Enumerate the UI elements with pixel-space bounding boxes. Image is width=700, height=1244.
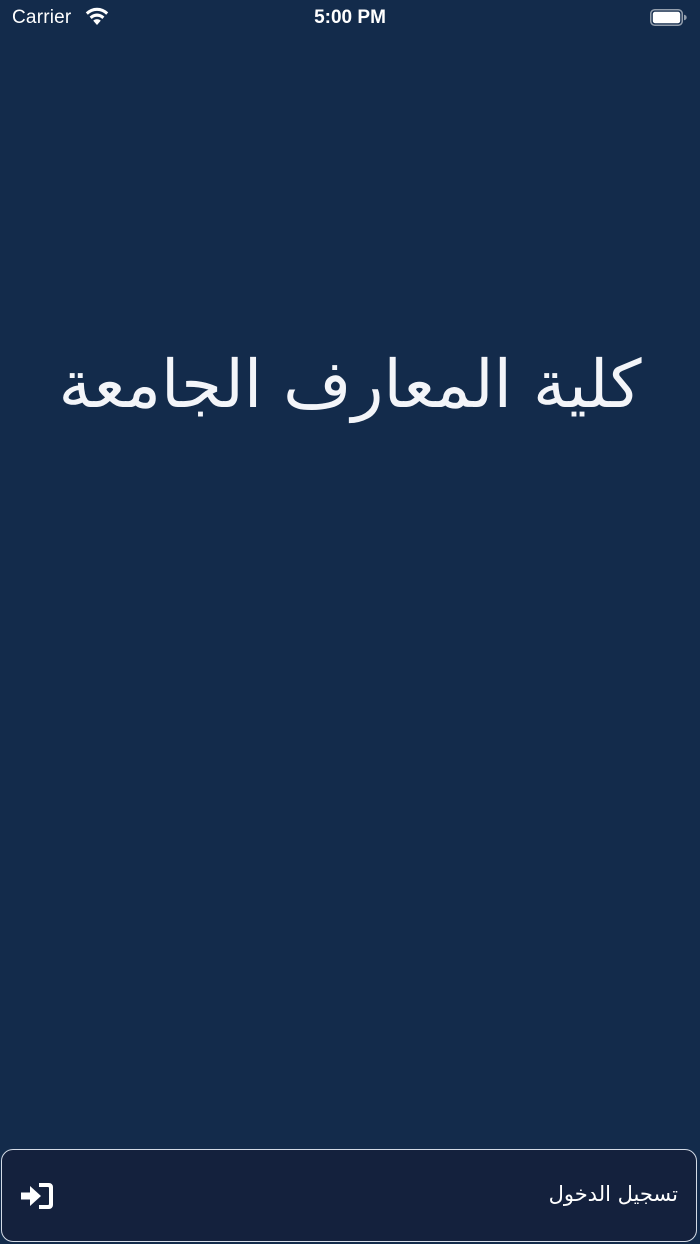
app-screen: Carrier 5:00 PM كلية المعارف الجامعة تسج… (0, 0, 700, 1244)
sign-in-icon (19, 1181, 55, 1211)
battery-icon (650, 9, 687, 26)
login-button[interactable]: تسجيل الدخول (1, 1149, 697, 1242)
clock: 5:00 PM (314, 7, 386, 28)
login-label: تسجيل الدخول (548, 1182, 678, 1206)
college-name-title: كلية المعارف الجامعة (58, 346, 642, 423)
status-bar: Carrier 5:00 PM (0, 0, 700, 36)
